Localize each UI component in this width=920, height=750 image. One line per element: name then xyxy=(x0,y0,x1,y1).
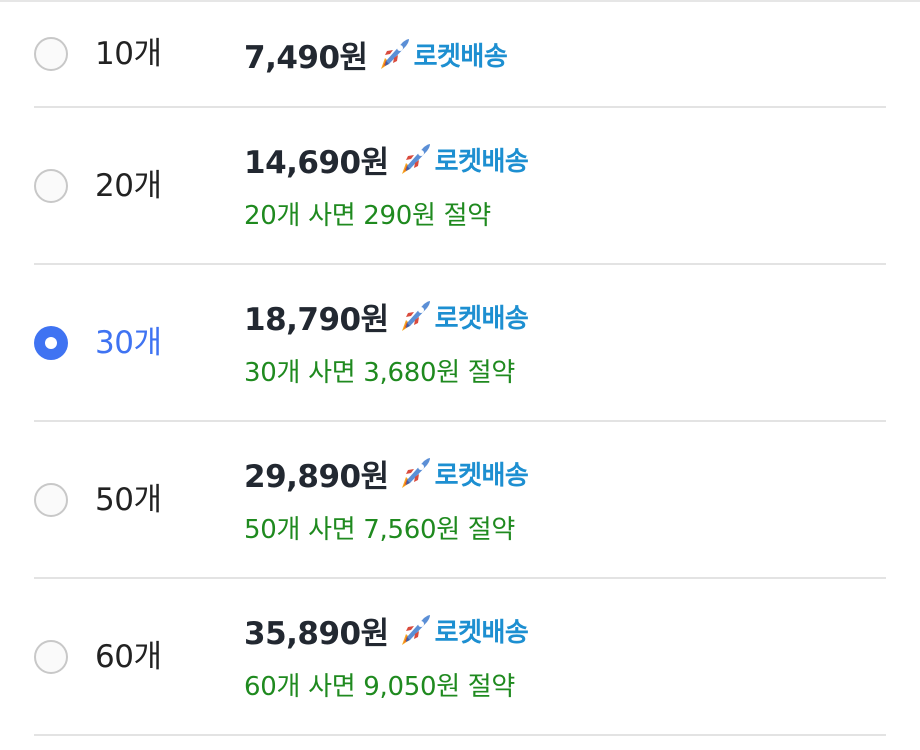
price-line: 14,690원 로켓배송 xyxy=(244,139,529,181)
price: 35,890원 xyxy=(244,615,389,652)
quantity-option-list: 10개 7,490원 로켓배송 20개 14,690원 로켓배송 20개 사면 … xyxy=(0,0,920,750)
rocket-delivery-label: 로켓배송 xyxy=(434,303,529,334)
quantity-option-50[interactable]: 50개 29,890원 로켓배송 50개 사면 7,560원 절약 xyxy=(0,422,920,577)
rocket-icon xyxy=(397,612,433,648)
quantity-label[interactable]: 20개 xyxy=(95,168,162,204)
quantity-option-20[interactable]: 20개 14,690원 로켓배송 20개 사면 290원 절약 xyxy=(0,108,920,263)
price: 18,790원 xyxy=(244,301,389,338)
quantity-option-60[interactable]: 60개 35,890원 로켓배송 60개 사면 9,050원 절약 xyxy=(0,579,920,734)
saving-text: 60개 사면 9,050원 절약 xyxy=(244,672,516,702)
rocket-icon xyxy=(376,36,412,72)
rocket-icon xyxy=(397,141,433,177)
price-line: 7,490원 로켓배송 xyxy=(244,34,508,76)
saving-text: 20개 사면 290원 절약 xyxy=(244,201,491,231)
rocket-delivery-label: 로켓배송 xyxy=(434,460,529,491)
radio-button[interactable] xyxy=(34,483,68,517)
rocket-delivery-label: 로켓배송 xyxy=(434,617,529,648)
quantity-label[interactable]: 50개 xyxy=(95,482,162,518)
rocket-icon xyxy=(397,298,433,334)
quantity-option-10[interactable]: 10개 7,490원 로켓배송 xyxy=(0,0,920,107)
divider xyxy=(34,734,886,736)
price-line: 18,790원 로켓배송 xyxy=(244,296,529,338)
rocket-delivery-label: 로켓배송 xyxy=(413,41,508,72)
quantity-label[interactable]: 10개 xyxy=(95,36,162,72)
price-line: 35,890원 로켓배송 xyxy=(244,610,529,652)
saving-text: 30개 사면 3,680원 절약 xyxy=(244,358,516,388)
quantity-option-30[interactable]: 30개 18,790원 로켓배송 30개 사면 3,680원 절약 xyxy=(0,265,920,420)
rocket-delivery-label: 로켓배송 xyxy=(434,146,529,177)
radio-button[interactable] xyxy=(34,169,68,203)
price-line: 29,890원 로켓배송 xyxy=(244,453,529,495)
saving-text: 50개 사면 7,560원 절약 xyxy=(244,515,516,545)
price: 14,690원 xyxy=(244,144,389,181)
radio-button-selected[interactable] xyxy=(34,326,68,360)
radio-button[interactable] xyxy=(34,640,68,674)
price: 7,490원 xyxy=(244,39,368,76)
quantity-label[interactable]: 60개 xyxy=(95,639,162,675)
price: 29,890원 xyxy=(244,458,389,495)
rocket-icon xyxy=(397,455,433,491)
radio-button[interactable] xyxy=(34,37,68,71)
quantity-label[interactable]: 30개 xyxy=(95,325,162,361)
